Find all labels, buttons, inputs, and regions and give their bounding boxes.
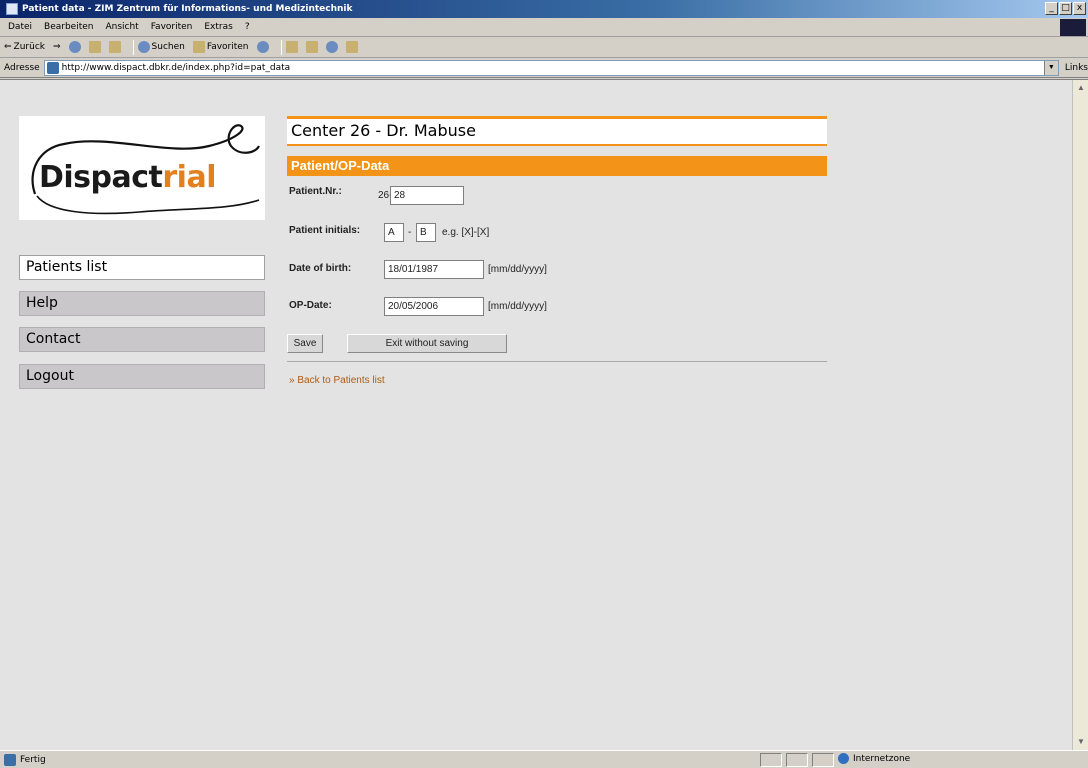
back-arrow-icon: ⇐ <box>4 42 12 52</box>
logo-text: Dispactrial <box>39 160 216 195</box>
edit-button[interactable] <box>325 41 338 53</box>
print-icon <box>305 41 318 53</box>
edit-icon <box>325 41 338 53</box>
messenger-button[interactable] <box>345 41 358 53</box>
mail-button[interactable] <box>285 41 298 53</box>
messenger-icon <box>345 41 358 53</box>
window-controls: _ □ x <box>1045 2 1086 15</box>
status-panel <box>786 753 808 767</box>
print-button[interactable] <box>305 41 318 53</box>
toolbar: ⇐ Zurück ⇒ Suchen Favoriten <box>0 37 1088 58</box>
logo-text-main: Dispact <box>39 160 163 195</box>
menu-help[interactable]: ? <box>245 22 250 32</box>
title-bar: Patient data - ZIM Zentrum für Informati… <box>0 0 1088 18</box>
nav-patients-list[interactable]: Patients list <box>19 255 265 280</box>
op-date-input[interactable]: 20/05/2006 <box>384 297 484 316</box>
menu-bar: Datei Bearbeiten Ansicht Favoriten Extra… <box>0 18 1088 37</box>
initials-hint: e.g. [X]-[X] <box>442 227 490 238</box>
menu-ansicht[interactable]: Ansicht <box>105 22 138 32</box>
refresh-icon <box>88 41 101 53</box>
window-title: Patient data - ZIM Zentrum für Informati… <box>22 4 353 14</box>
patient-nr-label: Patient.Nr.: <box>289 186 342 197</box>
nav-logout[interactable]: Logout <box>19 364 265 389</box>
search-icon <box>137 41 150 53</box>
logo-text-accent: rial <box>162 160 216 195</box>
section-title: Patient/OP-Data <box>287 156 827 176</box>
save-button[interactable]: Save <box>287 334 323 353</box>
globe-icon <box>838 753 849 764</box>
forward-button[interactable]: ⇒ <box>53 42 61 52</box>
windows-logo-icon <box>1060 19 1086 36</box>
op-date-label: OP-Date: <box>289 300 332 311</box>
nav-contact[interactable]: Contact <box>19 327 265 352</box>
maximize-button[interactable]: □ <box>1059 2 1072 15</box>
menu-favoriten[interactable]: Favoriten <box>151 22 193 32</box>
history-icon <box>256 41 269 53</box>
address-label: Adresse <box>4 62 40 73</box>
menu-extras[interactable]: Extras <box>204 22 232 32</box>
dob-hint: [mm/dd/yyyy] <box>488 264 547 275</box>
dob-label: Date of birth: <box>289 263 352 274</box>
status-panel <box>760 753 782 767</box>
favorites-button[interactable]: Favoriten <box>192 41 249 53</box>
mail-icon <box>285 41 298 53</box>
patient-initials-label: Patient initials: <box>289 225 361 236</box>
forward-arrow-icon: ⇒ <box>52 42 61 52</box>
favorites-icon <box>192 41 205 53</box>
history-button[interactable] <box>256 41 269 53</box>
stop-button[interactable] <box>68 41 81 53</box>
initial-second-input[interactable]: B <box>416 223 436 242</box>
status-text: Fertig <box>20 754 46 765</box>
divider <box>287 361 827 362</box>
dob-input[interactable]: 18/01/1987 <box>384 260 484 279</box>
back-button[interactable]: ⇐ Zurück <box>4 42 45 52</box>
security-zone: Internetzone <box>838 753 910 764</box>
exit-without-saving-button[interactable]: Exit without saving <box>347 334 507 353</box>
ie-icon <box>6 3 18 15</box>
home-button[interactable] <box>108 41 121 53</box>
op-date-hint: [mm/dd/yyyy] <box>488 301 547 312</box>
toolbar-separator <box>132 39 134 55</box>
dispactrial-logo: Dispactrial <box>19 116 265 220</box>
zone-label: Internetzone <box>853 753 911 764</box>
menu-datei[interactable]: Datei <box>8 22 32 32</box>
address-dropdown-button[interactable]: ▼ <box>1043 60 1058 75</box>
close-button[interactable]: x <box>1073 2 1086 15</box>
back-to-patients-link[interactable]: » Back to Patients list <box>289 375 385 386</box>
patient-nr-input[interactable]: 28 <box>390 186 464 205</box>
nav-help[interactable]: Help <box>19 291 265 316</box>
search-label: Suchen <box>151 42 185 52</box>
minimize-button[interactable]: _ <box>1045 2 1058 15</box>
home-icon <box>108 41 121 53</box>
address-url[interactable]: http://www.dispact.dbkr.de/index.php?id=… <box>62 63 291 73</box>
menu-bearbeiten[interactable]: Bearbeiten <box>44 22 93 32</box>
page-icon <box>46 61 59 74</box>
refresh-button[interactable] <box>88 41 101 53</box>
stop-icon <box>68 41 81 53</box>
scroll-down-icon[interactable]: ▼ <box>1073 734 1088 750</box>
favorites-label: Favoriten <box>206 42 249 52</box>
scroll-up-icon[interactable]: ▲ <box>1073 80 1088 96</box>
initial-separator: - <box>408 227 412 238</box>
page-status-icon <box>4 753 16 766</box>
page-viewport: Dispactrial Patients list Help Contact L… <box>0 79 1088 750</box>
back-label: Zurück <box>13 42 45 52</box>
initial-first-input[interactable]: A <box>384 223 404 242</box>
links-button[interactable]: Links <box>1065 63 1088 73</box>
search-button[interactable]: Suchen <box>137 41 185 53</box>
status-bar: Fertig Internetzone <box>0 750 1088 768</box>
address-input[interactable]: http://www.dispact.dbkr.de/index.php?id=… <box>43 59 1059 76</box>
toolbar-separator <box>280 39 282 55</box>
status-panel <box>812 753 834 767</box>
center-title: Center 26 - Dr. Mabuse <box>287 116 827 146</box>
address-bar: Adresse http://www.dispact.dbkr.de/index… <box>0 58 1088 78</box>
vertical-scrollbar[interactable]: ▲ ▼ <box>1072 80 1088 750</box>
